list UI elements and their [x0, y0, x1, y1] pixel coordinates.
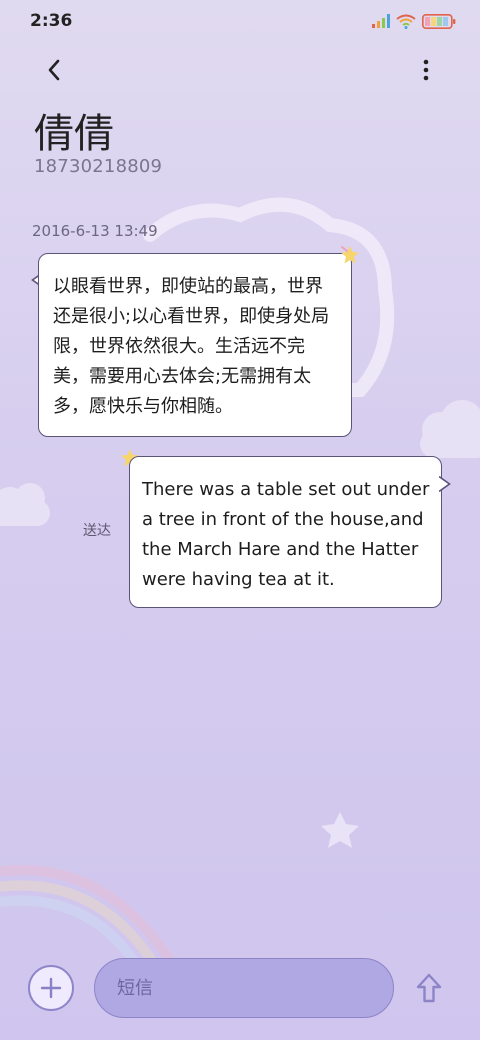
- status-bar: 2:36: [0, 0, 480, 42]
- send-button[interactable]: [410, 968, 448, 1008]
- message-bubble-incoming[interactable]: 以眼看世界，即使站的最高，世界还是很小;以心看世界，即使身处局限，世界依然很大。…: [38, 253, 352, 437]
- top-bar: [0, 46, 480, 92]
- more-options-button[interactable]: [406, 50, 446, 90]
- status-time: 2:36: [30, 11, 73, 31]
- delivery-status: 送达: [83, 523, 111, 539]
- back-button[interactable]: [34, 50, 74, 90]
- chevron-left-icon: [48, 59, 60, 81]
- star-sticker-icon: [341, 246, 359, 264]
- status-icons: [372, 13, 456, 29]
- composer: [0, 950, 480, 1030]
- plus-circle-icon: [40, 977, 62, 999]
- message-text: 以眼看世界，即使站的最高，世界还是很小;以心看世界，即使身处局限，世界依然很大。…: [53, 276, 330, 417]
- message-bubble-outgoing[interactable]: There was a table set out under a tree i…: [129, 456, 442, 608]
- contact-number: 18730218809: [34, 156, 163, 177]
- bubble-tail-outgoing: [439, 476, 451, 492]
- message-text: There was a table set out under a tree i…: [142, 479, 430, 590]
- add-attachment-button[interactable]: [28, 965, 74, 1011]
- wifi-icon: [396, 14, 416, 29]
- more-vert-icon: [423, 59, 429, 81]
- sms-input[interactable]: [94, 958, 394, 1018]
- contact-name: 倩倩: [34, 111, 114, 157]
- battery-icon: [422, 13, 456, 29]
- message-timestamp: 2016-6-13 13:49: [32, 222, 158, 240]
- signal-icon: [372, 14, 390, 28]
- arrow-up-icon: [416, 973, 442, 1003]
